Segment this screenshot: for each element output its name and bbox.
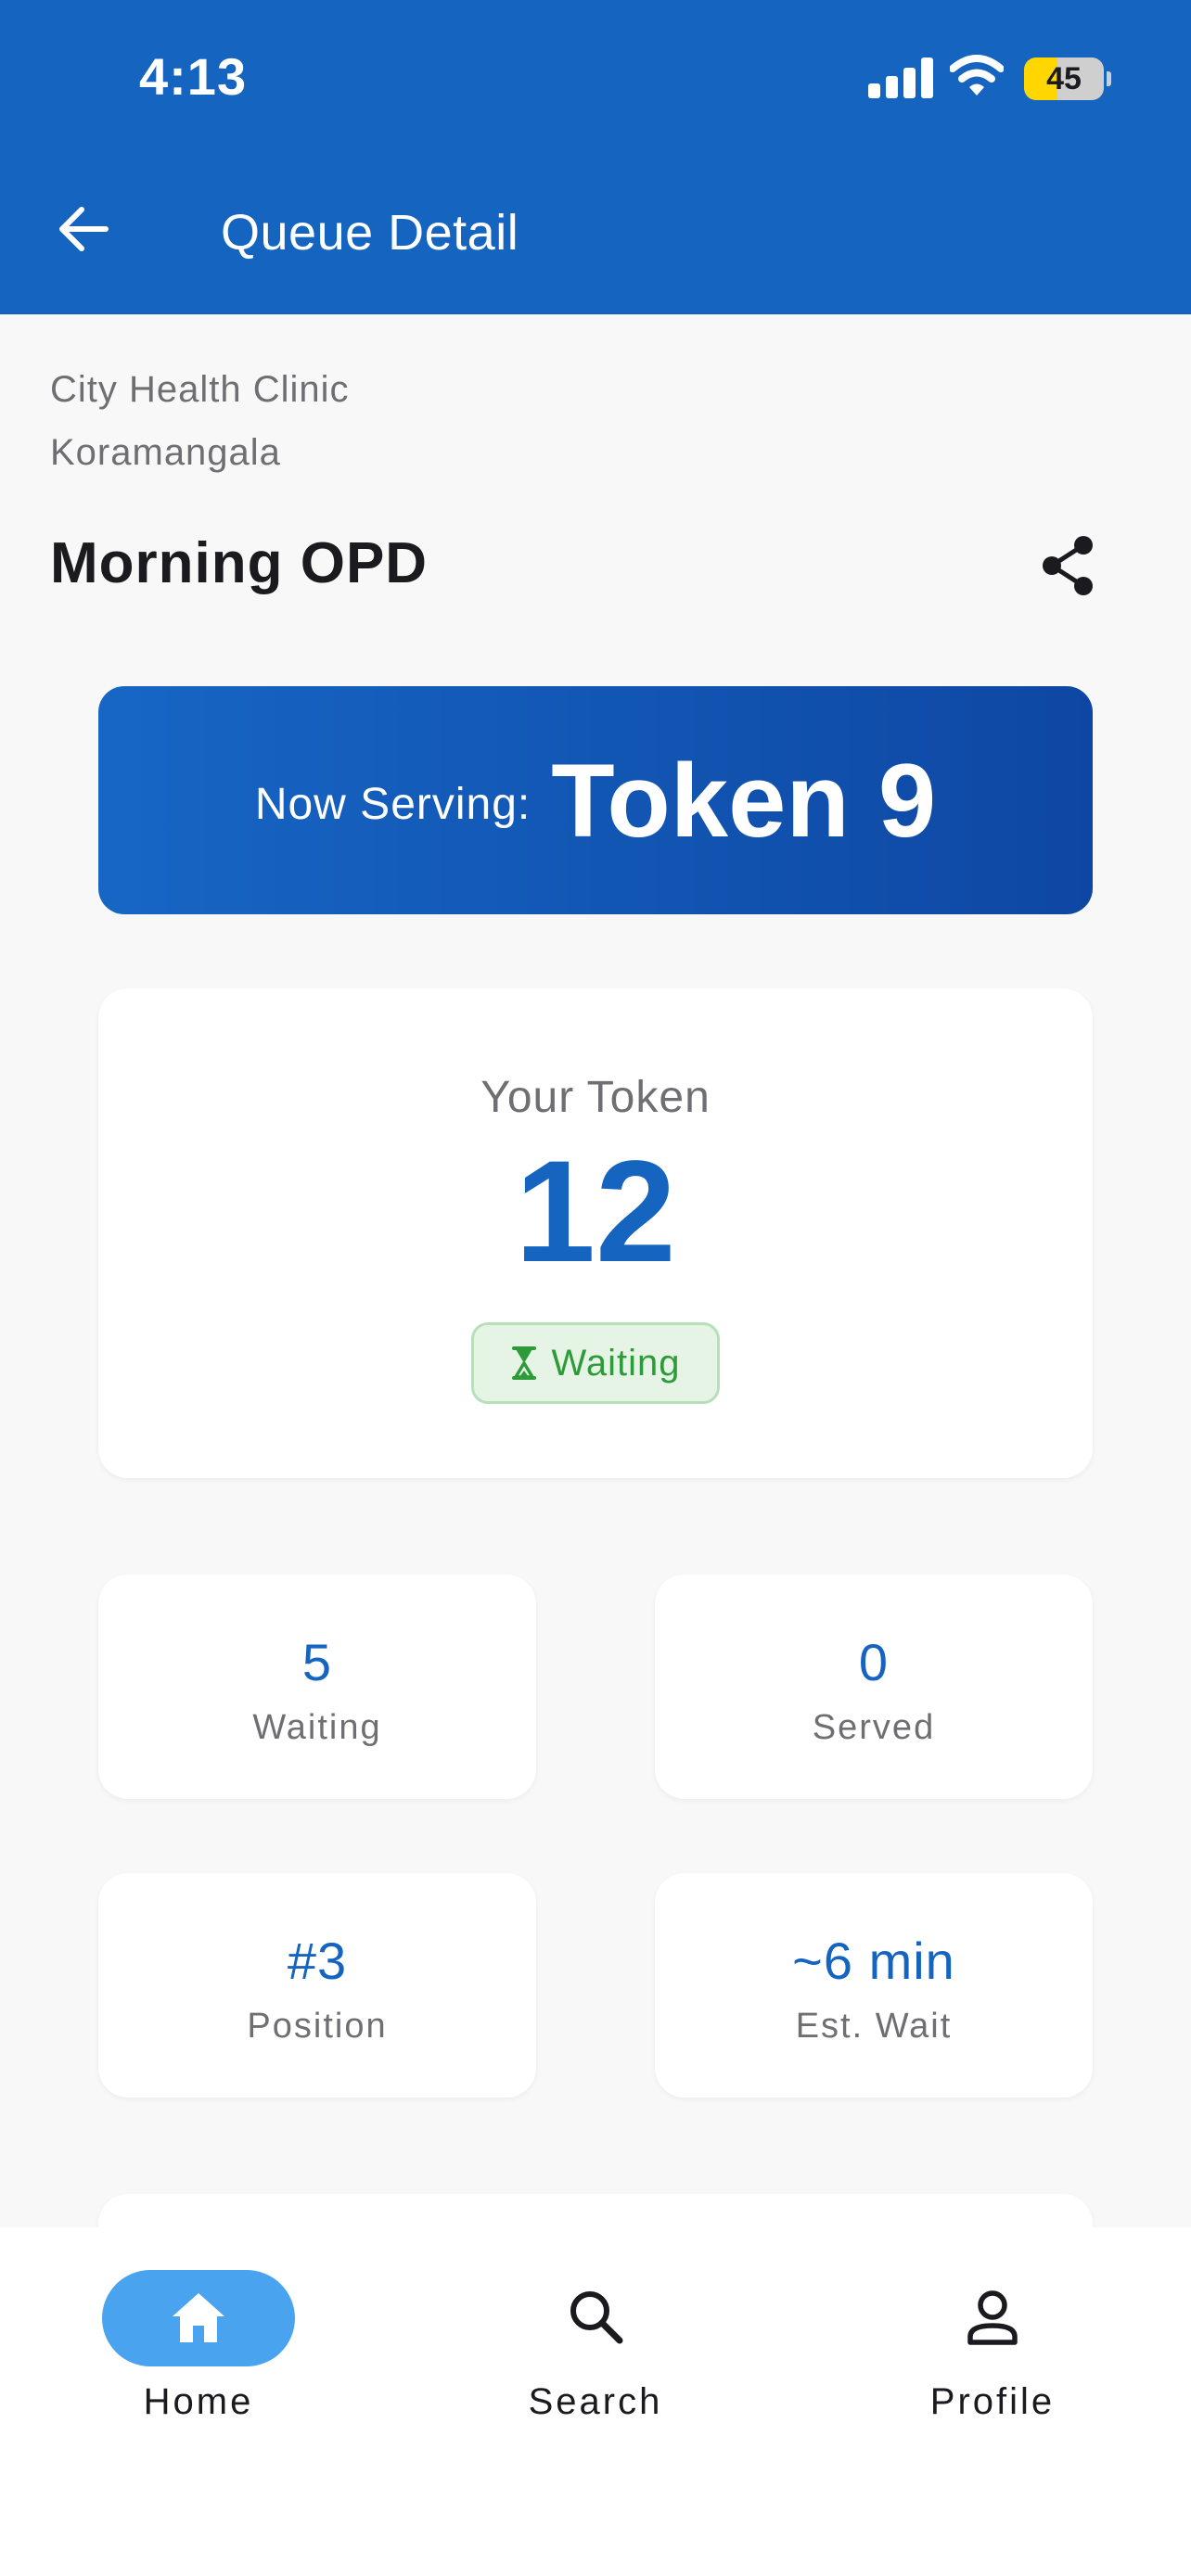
status-badge: Waiting <box>471 1322 720 1404</box>
stat-card-served: 0 Served <box>655 1575 1093 1799</box>
nav-search[interactable]: Search <box>456 2227 735 2450</box>
home-icon <box>173 2293 224 2342</box>
stat-label: Served <box>812 1708 936 1747</box>
stat-value: #3 <box>287 1932 348 1990</box>
battery-cap <box>1107 71 1111 86</box>
person-icon <box>967 2290 1018 2345</box>
app-bar: 4:13 45 Queue Detail <box>0 0 1191 314</box>
wifi-icon <box>950 55 1004 96</box>
stat-card-est-wait: ~6 min Est. Wait <box>655 1873 1093 2098</box>
battery-level: 45 <box>1046 61 1082 96</box>
stat-value: 5 <box>301 1633 333 1691</box>
nav-label: Profile <box>929 2381 1056 2422</box>
page-title: Queue Detail <box>221 205 519 261</box>
back-arrow-icon[interactable] <box>50 197 115 261</box>
search-icon <box>570 2291 623 2344</box>
stat-label: Position <box>247 2007 388 2046</box>
nav-label: Search <box>528 2381 663 2422</box>
bottom-nav: Home Search Profile <box>0 2227 1191 2576</box>
your-token-label: Your Token <box>480 1073 711 1122</box>
share-icon[interactable] <box>1035 530 1102 601</box>
now-serving-token: Token 9 <box>551 742 937 859</box>
clinic-area: Koramangala <box>50 432 281 473</box>
battery-icon: 45 <box>1024 57 1104 100</box>
nav-home[interactable]: Home <box>59 2227 338 2450</box>
nav-label: Home <box>143 2381 254 2422</box>
session-name: Morning OPD <box>50 531 429 595</box>
clinic-name: City Health Clinic <box>50 369 350 410</box>
status-badge-label: Waiting <box>551 1342 681 1384</box>
cellular-signal-icon <box>868 57 933 98</box>
stat-card-waiting: 5 Waiting <box>98 1575 536 1799</box>
now-serving-label: Now Serving: <box>254 779 531 829</box>
nav-profile[interactable]: Profile <box>853 2227 1132 2450</box>
status-time: 4:13 <box>139 47 248 106</box>
hourglass-icon <box>511 1346 536 1380</box>
your-token-card: Your Token 12 Waiting <box>98 988 1093 1478</box>
your-token-number: 12 <box>515 1131 676 1293</box>
stat-label: Est. Wait <box>795 2007 953 2046</box>
stat-label: Waiting <box>252 1708 382 1747</box>
stat-card-position: #3 Position <box>98 1873 536 2098</box>
now-serving-banner: Now Serving: Token 9 <box>98 686 1093 914</box>
stat-value: ~6 min <box>792 1932 955 1990</box>
stat-value: 0 <box>858 1633 890 1691</box>
